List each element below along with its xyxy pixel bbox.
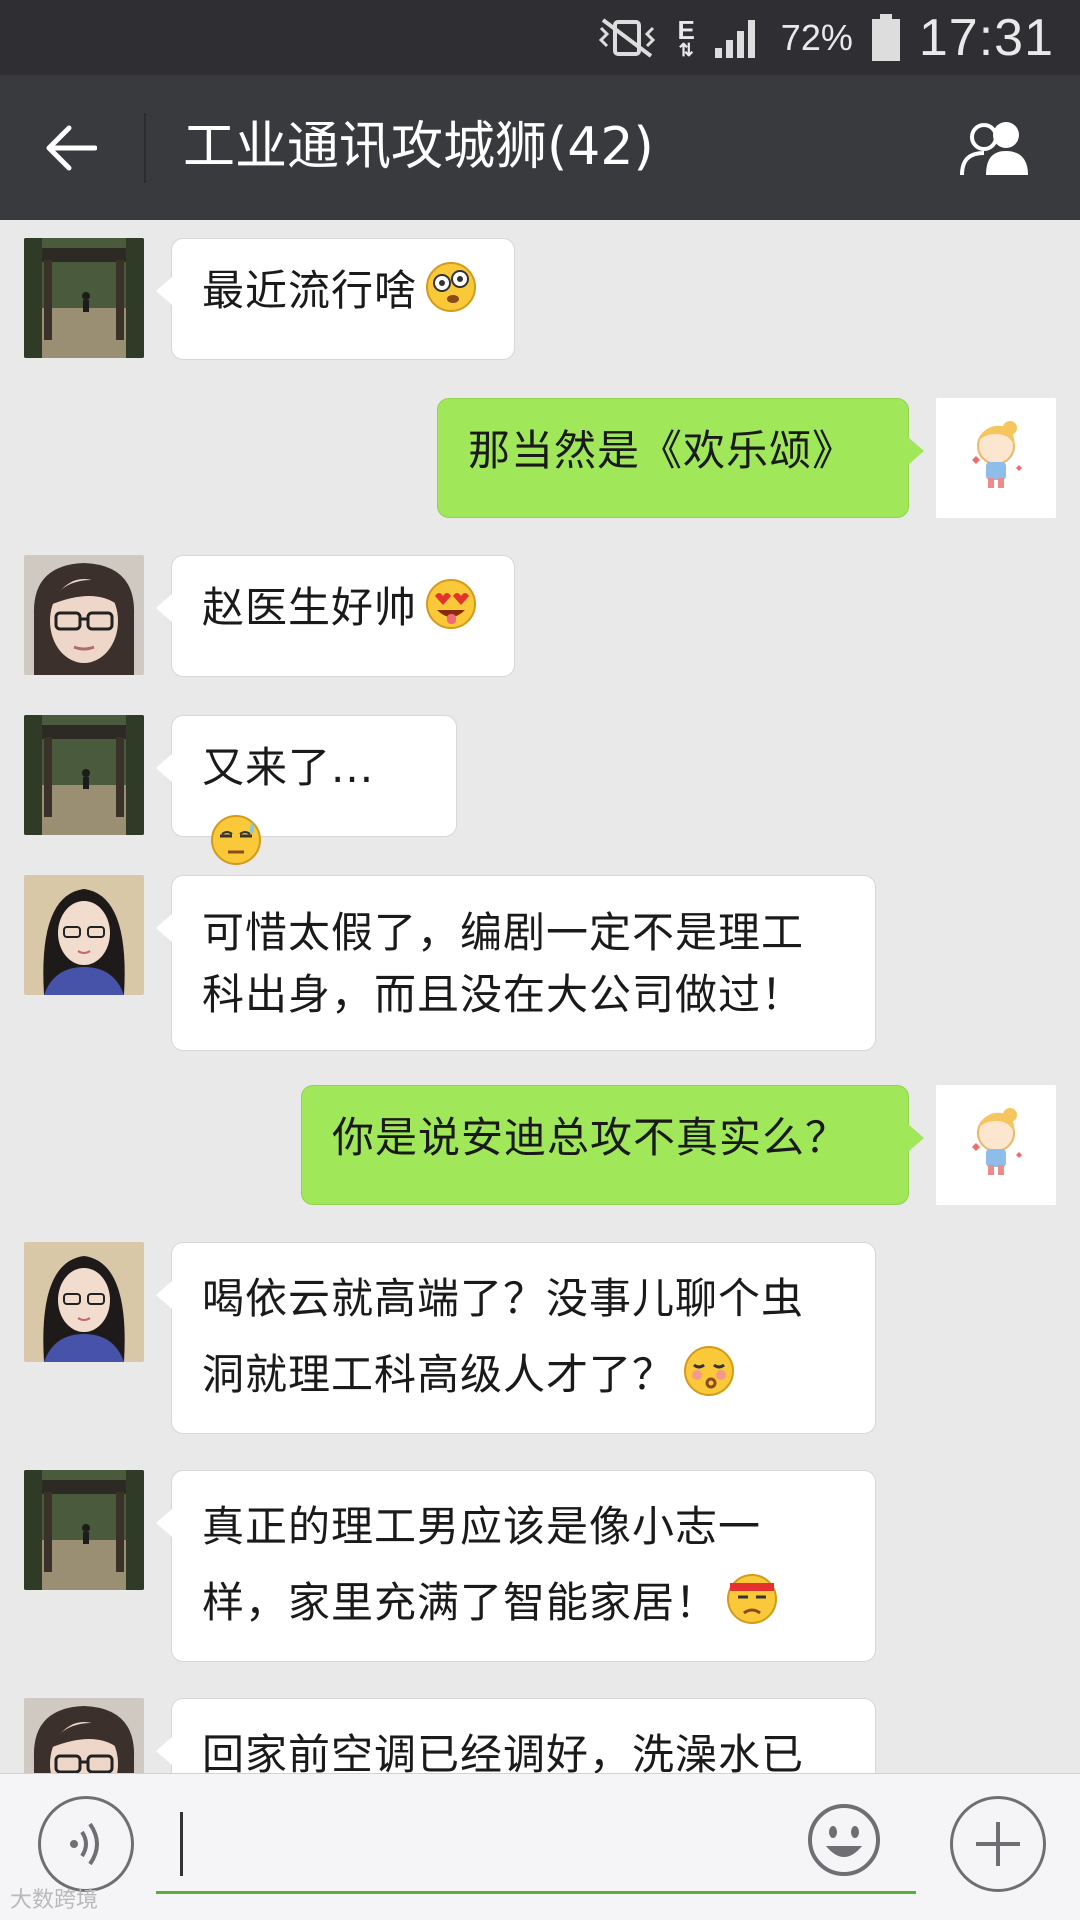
- network-type: E ⇅: [677, 15, 695, 60]
- group-members-icon: [960, 122, 1028, 176]
- smiley-icon: [808, 1804, 880, 1876]
- watermark: 大数跨境: [10, 1882, 98, 1914]
- message-bubble[interactable]: 真正的理工男应该是像小志一 样，家里充满了智能家居！: [156, 1470, 876, 1662]
- message-bubble[interactable]: 最近流行啥: [156, 238, 515, 360]
- gate-photo-avatar[interactable]: [24, 715, 144, 835]
- gate-photo-avatar[interactable]: [24, 1470, 144, 1590]
- text-caret: [180, 1812, 183, 1876]
- message-text-line: 样，家里充满了智能家居！: [202, 1578, 719, 1627]
- voice-button[interactable]: [38, 1796, 134, 1892]
- heart-eyes-emoji: [426, 579, 477, 629]
- message-bubble[interactable]: 赵医生好帅: [156, 555, 515, 677]
- message-text: 又来了...: [202, 743, 375, 792]
- voice-icon: [70, 1822, 99, 1866]
- message-text-line: 可惜太假了，编剧一定不是理工: [202, 908, 805, 957]
- message-text: 你是说安迪总攻不真实么？: [332, 1113, 849, 1162]
- sweat-face-emoji: [211, 815, 261, 865]
- message-text-line: 洞就理工科高级人才了？: [202, 1350, 676, 1399]
- long-hair-woman-avatar[interactable]: [24, 1242, 144, 1362]
- group-members-button[interactable]: [954, 113, 1040, 183]
- clock: 17:31: [918, 9, 1054, 67]
- cartoon-girl-avatar[interactable]: [936, 398, 1056, 518]
- message-bubble[interactable]: 喝依云就高端了？没事儿聊个虫 洞就理工科高级人才了？: [156, 1242, 876, 1434]
- message-bubble[interactable]: 又来了...: [156, 715, 457, 865]
- glasses-woman-avatar[interactable]: [24, 1698, 144, 1773]
- message-text: 那当然是《欢乐颂》: [468, 426, 856, 475]
- long-hair-woman-avatar[interactable]: [24, 875, 144, 995]
- message-text-line: 真正的理工男应该是像小志一: [202, 1502, 762, 1551]
- battery-icon: [871, 14, 900, 61]
- chat-message-list[interactable]: 最近流行啥 那当然是《欢乐颂》 赵医生好帅 又来了... 可惜太假了，编剧一定不…: [0, 220, 1080, 1773]
- gate-photo-avatar[interactable]: [24, 238, 144, 358]
- status-indicators: E ⇅ 72% 17:31: [595, 8, 1054, 68]
- message-input[interactable]: [156, 1794, 916, 1894]
- title-bar: 工业通讯攻城狮(42): [0, 75, 1080, 220]
- title-divider: [144, 113, 146, 183]
- message-text: 赵医生好帅: [202, 583, 418, 632]
- battery-percent: 72%: [780, 17, 853, 58]
- status-bar: E ⇅ 72% 17:31: [0, 0, 1080, 75]
- plus-button[interactable]: [950, 1796, 1046, 1892]
- input-bar: [0, 1773, 1080, 1920]
- message-text-line: 科出身，而且没在大公司做过！: [202, 970, 805, 1019]
- message-text-line: 喝依云就高端了？没事儿聊个虫: [202, 1274, 805, 1323]
- arrow-left-icon: [46, 125, 97, 171]
- message-bubble[interactable]: 那当然是《欢乐颂》: [437, 398, 924, 518]
- chat-title: 工业通讯攻城狮(42): [183, 117, 654, 177]
- watermark-text: 大数跨境: [10, 1888, 99, 1913]
- back-button[interactable]: [36, 113, 106, 183]
- cartoon-girl-avatar[interactable]: [936, 1085, 1056, 1205]
- glasses-woman-avatar[interactable]: [24, 555, 144, 675]
- message-text-line: 回家前空调已经调好，洗澡水已: [202, 1730, 805, 1773]
- headband-face-emoji: [727, 1574, 778, 1624]
- message-bubble[interactable]: 你是说安迪总攻不真实么？: [301, 1085, 924, 1205]
- plus-icon: [976, 1822, 1020, 1866]
- signal-icon: [714, 20, 755, 58]
- dizzy-face-emoji: [426, 262, 477, 312]
- vibrate-mute-icon: [599, 18, 656, 58]
- message-bubble[interactable]: 可惜太假了，编剧一定不是理工 科出身，而且没在大公司做过！: [156, 875, 876, 1051]
- message-text: 最近流行啥: [202, 266, 418, 315]
- emoji-button[interactable]: [806, 1802, 882, 1878]
- message-bubble[interactable]: 回家前空调已经调好，洗澡水已: [156, 1698, 876, 1773]
- whistle-face-emoji: [684, 1346, 735, 1396]
